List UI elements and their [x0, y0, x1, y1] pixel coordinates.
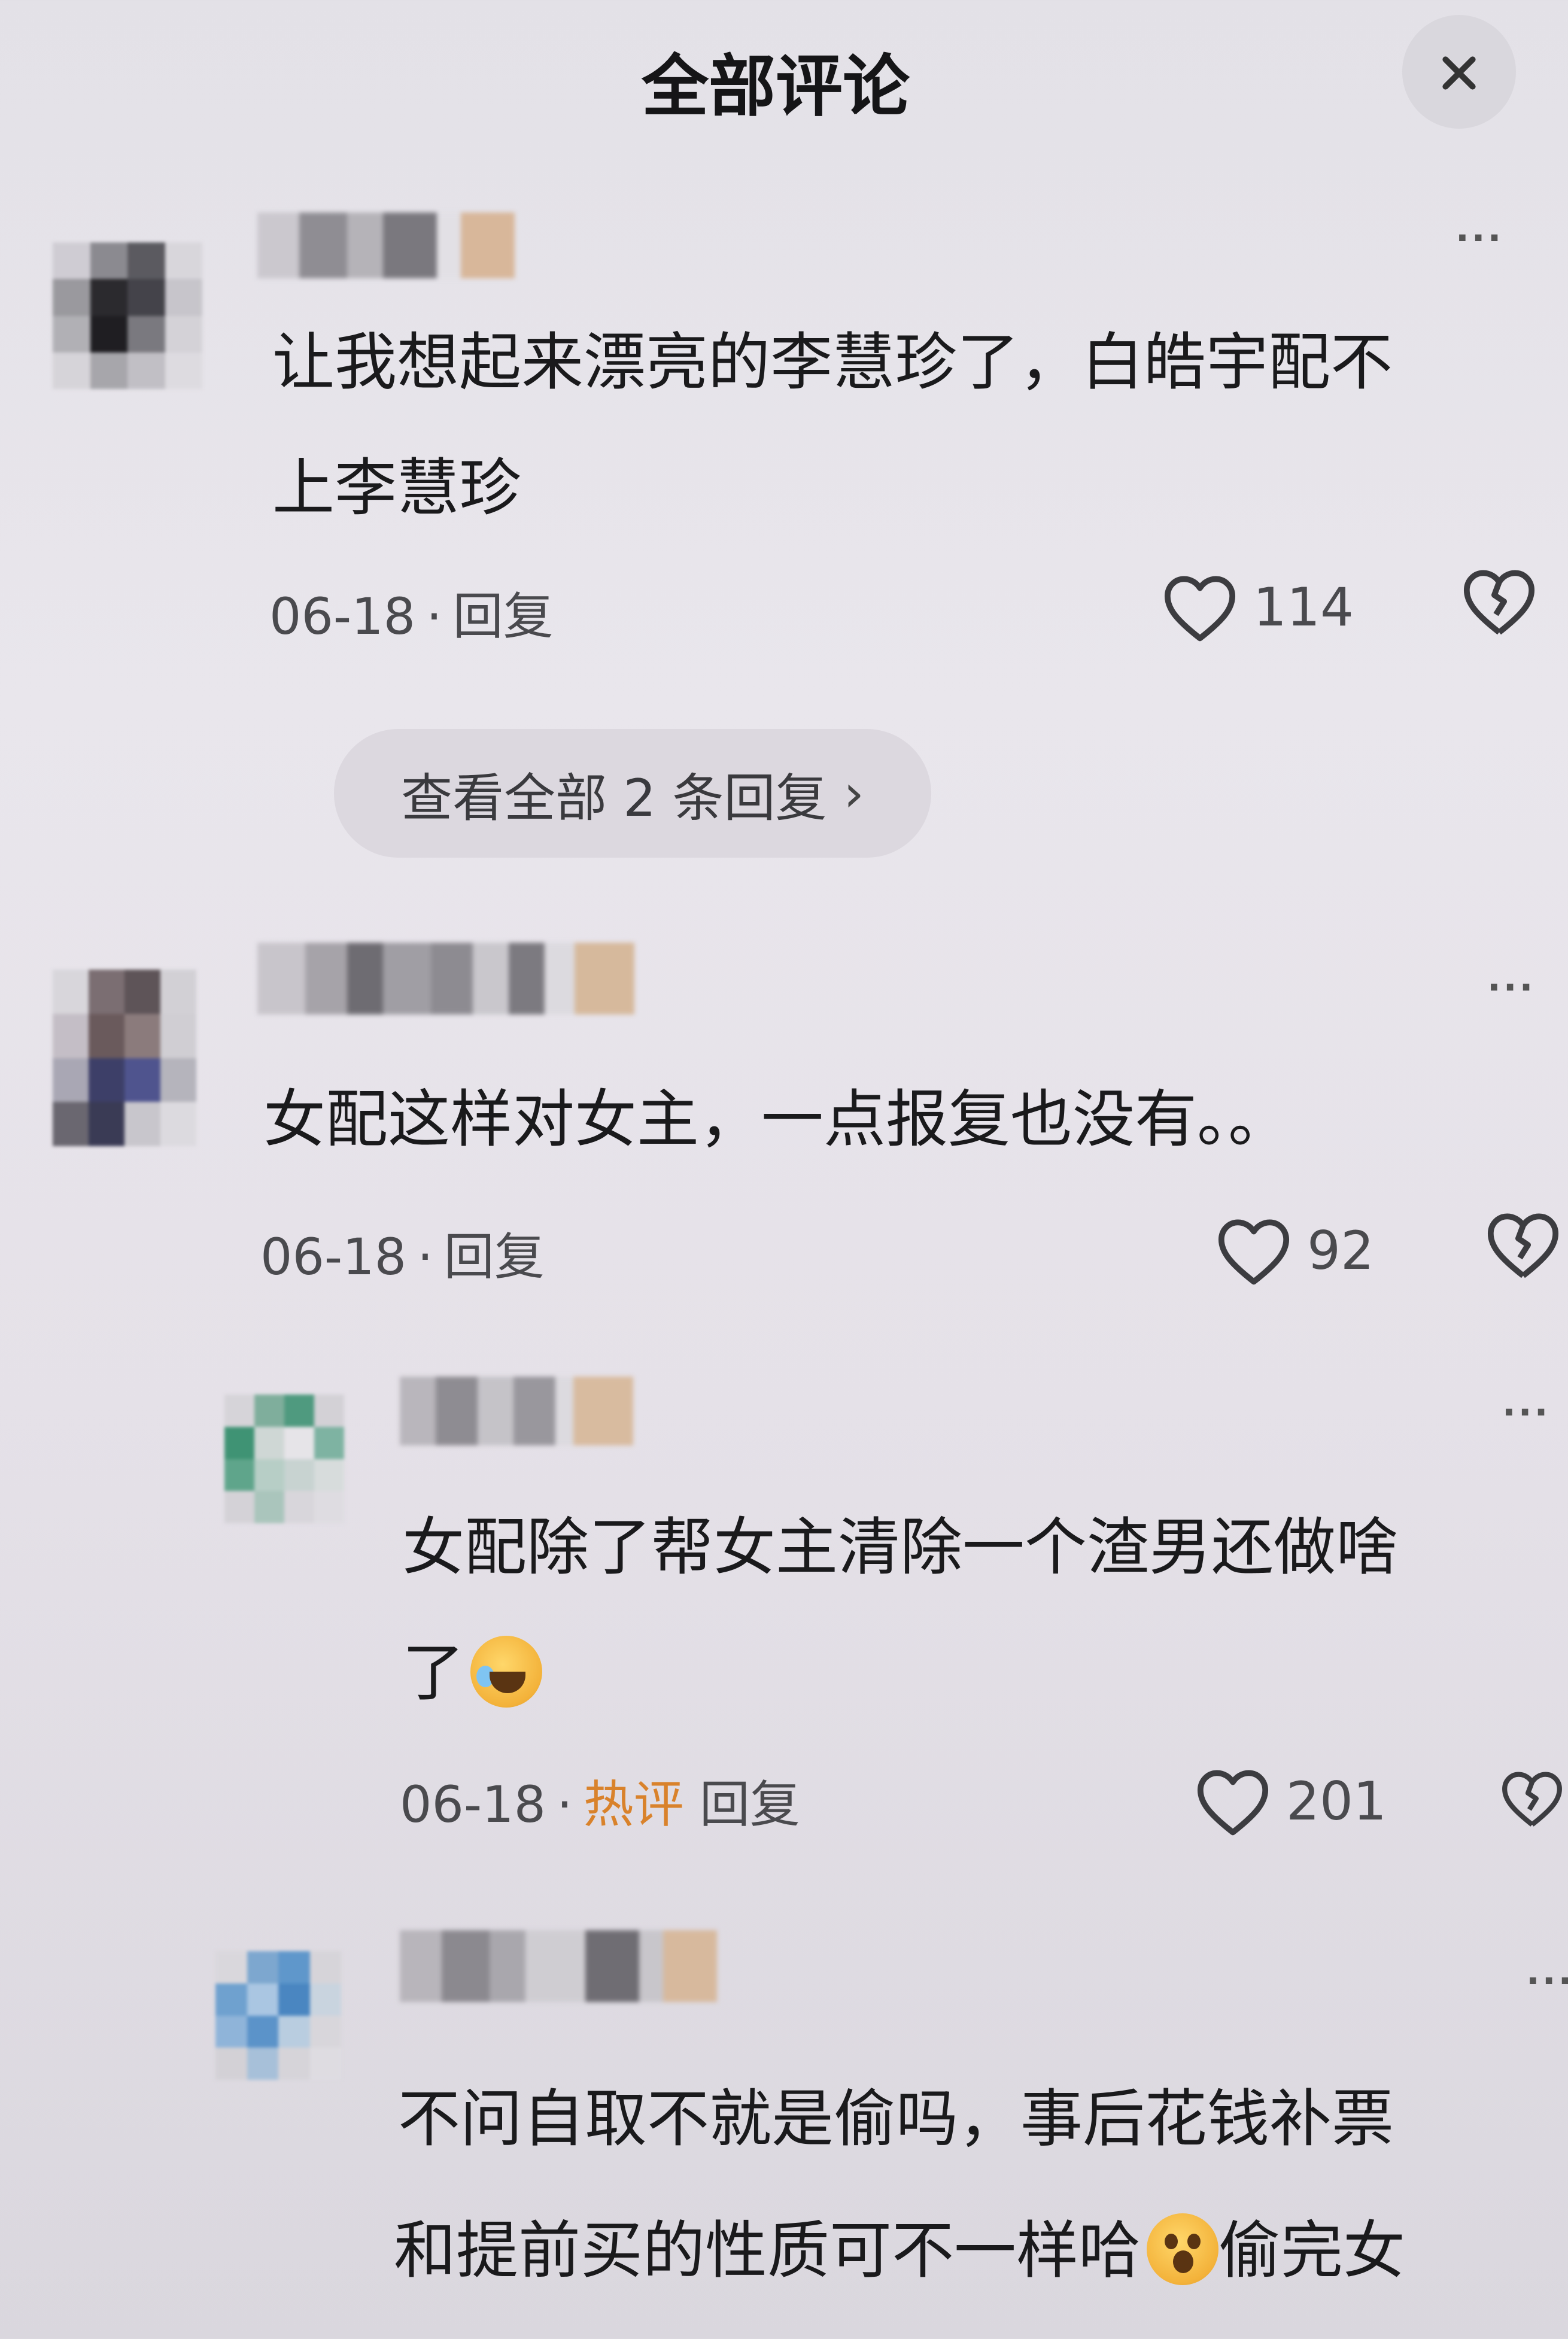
reply-meta: 06-18 · 热评 回复	[400, 1772, 800, 1837]
meta-dot: ·	[417, 1228, 433, 1286]
comment-date: 06-18	[260, 1228, 407, 1286]
heart-icon[interactable]	[1215, 1215, 1293, 1287]
more-options-icon[interactable]: ···	[1526, 1963, 1568, 1999]
shocked-emoji-icon	[1147, 2213, 1219, 2285]
like-button[interactable]: 92	[1215, 1215, 1374, 1287]
reply-text: 和提前买的性质可不一样哈 偷完女	[394, 2188, 1405, 2313]
like-count: 92	[1307, 1220, 1374, 1281]
reply-text-line: 了	[402, 1636, 465, 1709]
reply-text: 了	[402, 1610, 543, 1736]
chevron-right-icon: ›	[843, 763, 864, 824]
more-options-icon[interactable]: ···	[1502, 1395, 1550, 1430]
reply-text-line: 偷完女	[1218, 2214, 1406, 2287]
heart-icon[interactable]	[1194, 1766, 1272, 1837]
comment-date: 06-18	[269, 587, 416, 646]
page-title: 全部评论	[642, 48, 910, 126]
reply-text: 不问自取不就是偷吗，事后花钱补票	[398, 2082, 1394, 2155]
meta-dot: ·	[426, 587, 442, 646]
avatar[interactable]	[53, 242, 202, 389]
reply-text: 女配除了帮女主清除一个渣男还做啥	[402, 1511, 1399, 1584]
view-all-replies-button[interactable]: 查看全部 2 条回复 ›	[334, 729, 931, 858]
like-button[interactable]: 201	[1194, 1766, 1387, 1837]
reply-text-line: 和提前买的性质可不一样哈	[394, 2214, 1141, 2287]
comment-meta: 06-18 · 回复	[260, 1224, 545, 1290]
close-icon[interactable]	[1402, 15, 1516, 129]
more-options-icon[interactable]: ···	[1487, 970, 1535, 1006]
like-count: 114	[1253, 576, 1354, 638]
avatar[interactable]	[53, 970, 196, 1146]
like-button[interactable]: 114	[1161, 572, 1354, 643]
view-all-replies-label: 查看全部 2 条回复	[401, 768, 827, 828]
reply-button[interactable]: 回复	[700, 1775, 800, 1834]
reply-button[interactable]: 回复	[444, 1228, 545, 1286]
broken-heart-icon[interactable]	[1499, 1763, 1565, 1834]
avatar[interactable]	[224, 1395, 344, 1523]
broken-heart-icon[interactable]	[1484, 1209, 1562, 1281]
username[interactable]	[400, 1930, 783, 2002]
comment-text: 女配这样对女主，一点报复也没有。。	[263, 1083, 1291, 1156]
hot-comment-tag: 热评	[583, 1775, 684, 1834]
broken-heart-icon[interactable]	[1460, 566, 1538, 637]
reply-date: 06-18	[400, 1775, 546, 1834]
comment-text: 上李慧珍	[272, 451, 522, 524]
avatar[interactable]	[215, 1951, 341, 2080]
username[interactable]	[257, 212, 515, 278]
like-count: 201	[1286, 1770, 1387, 1832]
username[interactable]	[400, 1377, 633, 1445]
cry-laughing-emoji-icon	[470, 1636, 543, 1708]
comment-text: 让我想起来漂亮的李慧珍了，白皓宇配不	[272, 326, 1393, 399]
more-options-icon[interactable]: ···	[1455, 220, 1503, 256]
username[interactable]	[257, 943, 634, 1014]
reply-button[interactable]: 回复	[453, 587, 554, 646]
meta-dot: ·	[557, 1775, 573, 1834]
comment-meta: 06-18 · 回复	[269, 584, 554, 649]
heart-icon[interactable]	[1161, 572, 1239, 643]
